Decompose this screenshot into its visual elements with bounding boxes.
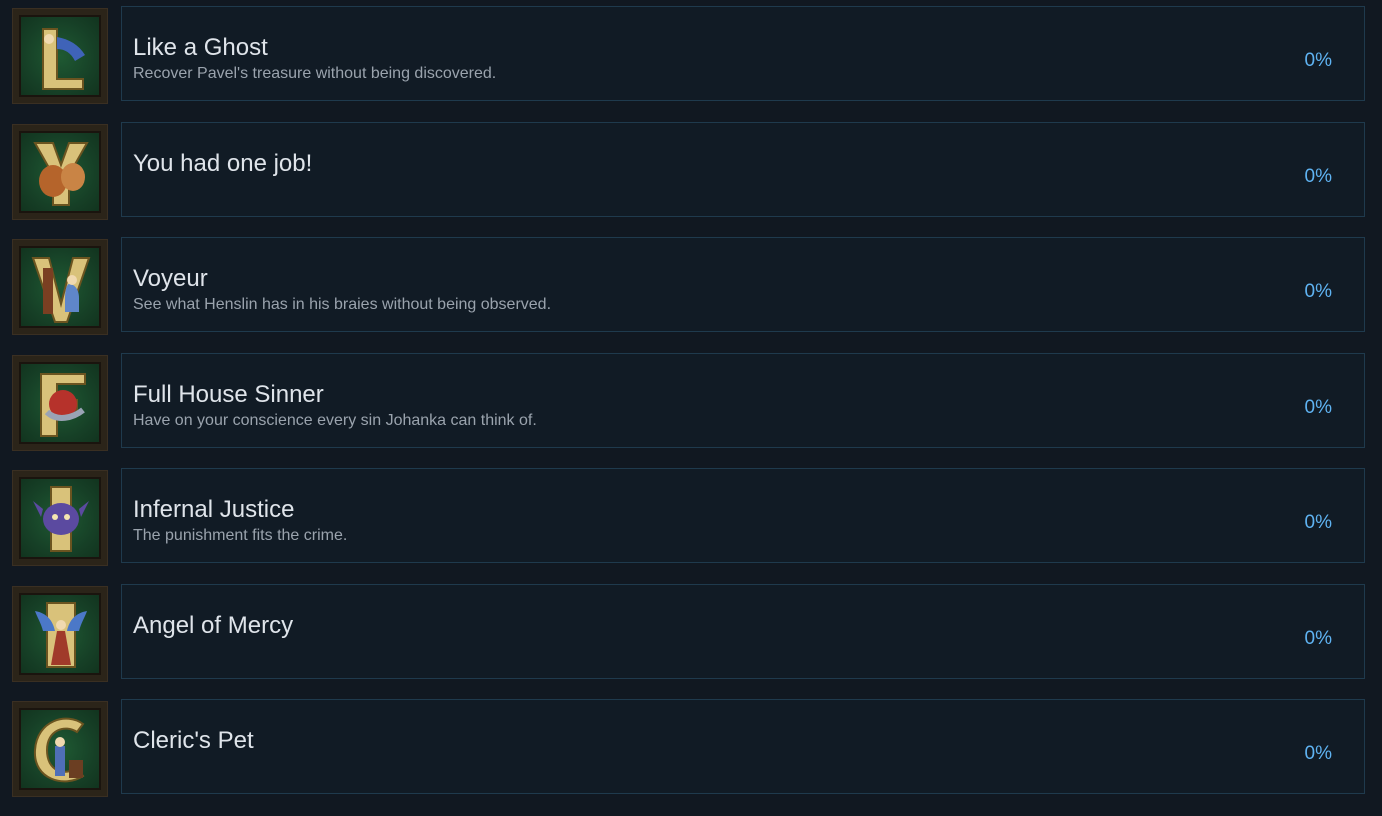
achievement-row[interactable]: Angel of Mercy 0% xyxy=(0,584,1382,682)
achievement-description: See what Henslin has in his braies witho… xyxy=(133,296,552,313)
achievement-description: Have on your conscience every sin Johank… xyxy=(133,412,537,429)
achievement-row[interactable]: Cleric's Pet 0% xyxy=(0,699,1382,797)
achievement-title: Angel of Mercy xyxy=(133,612,294,639)
achievement-row[interactable]: Full House Sinner Have on your conscienc… xyxy=(0,353,1382,451)
achievement-description: The punishment fits the crime. xyxy=(133,527,348,544)
achievement-percent: 0% xyxy=(1304,397,1332,418)
achievement-list: Like a Ghost Recover Pavel's treasure wi… xyxy=(0,0,1382,816)
achievement-card: Like a Ghost Recover Pavel's treasure wi… xyxy=(121,6,1365,101)
achievement-title: Full House Sinner xyxy=(133,381,324,408)
letter-l-hand-icon xyxy=(12,8,108,104)
achievement-title: Voyeur xyxy=(133,265,208,292)
achievement-title: You had one job! xyxy=(133,150,313,177)
letter-a-angel-icon xyxy=(12,586,108,682)
achievement-title: Infernal Justice xyxy=(133,496,295,523)
achievement-card: You had one job! 0% xyxy=(121,122,1365,217)
achievement-card: Full House Sinner Have on your conscienc… xyxy=(121,353,1365,448)
letter-c-cleric-icon xyxy=(12,701,108,797)
achievement-percent: 0% xyxy=(1304,281,1332,302)
achievement-title: Like a Ghost xyxy=(133,34,268,61)
achievement-percent: 0% xyxy=(1304,512,1332,533)
letter-v-figure-icon xyxy=(12,239,108,335)
achievement-description: Recover Pavel's treasure without being d… xyxy=(133,65,497,82)
achievement-card: Angel of Mercy 0% xyxy=(121,584,1365,679)
achievement-percent: 0% xyxy=(1304,166,1332,187)
achievement-card: Voyeur See what Henslin has in his braie… xyxy=(121,237,1365,332)
achievement-row[interactable]: Like a Ghost Recover Pavel's treasure wi… xyxy=(0,6,1382,104)
letter-i-demon-icon xyxy=(12,470,108,566)
achievement-row[interactable]: Infernal Justice The punishment fits the… xyxy=(0,468,1382,566)
achievement-percent: 0% xyxy=(1304,50,1332,71)
achievement-percent: 0% xyxy=(1304,628,1332,649)
achievement-title: Cleric's Pet xyxy=(133,727,254,754)
achievement-row[interactable]: Voyeur See what Henslin has in his braie… xyxy=(0,237,1382,335)
achievement-card: Infernal Justice The punishment fits the… xyxy=(121,468,1365,563)
achievement-row[interactable]: You had one job! 0% xyxy=(0,122,1382,220)
letter-y-jug-icon xyxy=(12,124,108,220)
achievement-card: Cleric's Pet 0% xyxy=(121,699,1365,794)
letter-f-apple-serpent-icon xyxy=(12,355,108,451)
achievement-percent: 0% xyxy=(1304,743,1332,764)
